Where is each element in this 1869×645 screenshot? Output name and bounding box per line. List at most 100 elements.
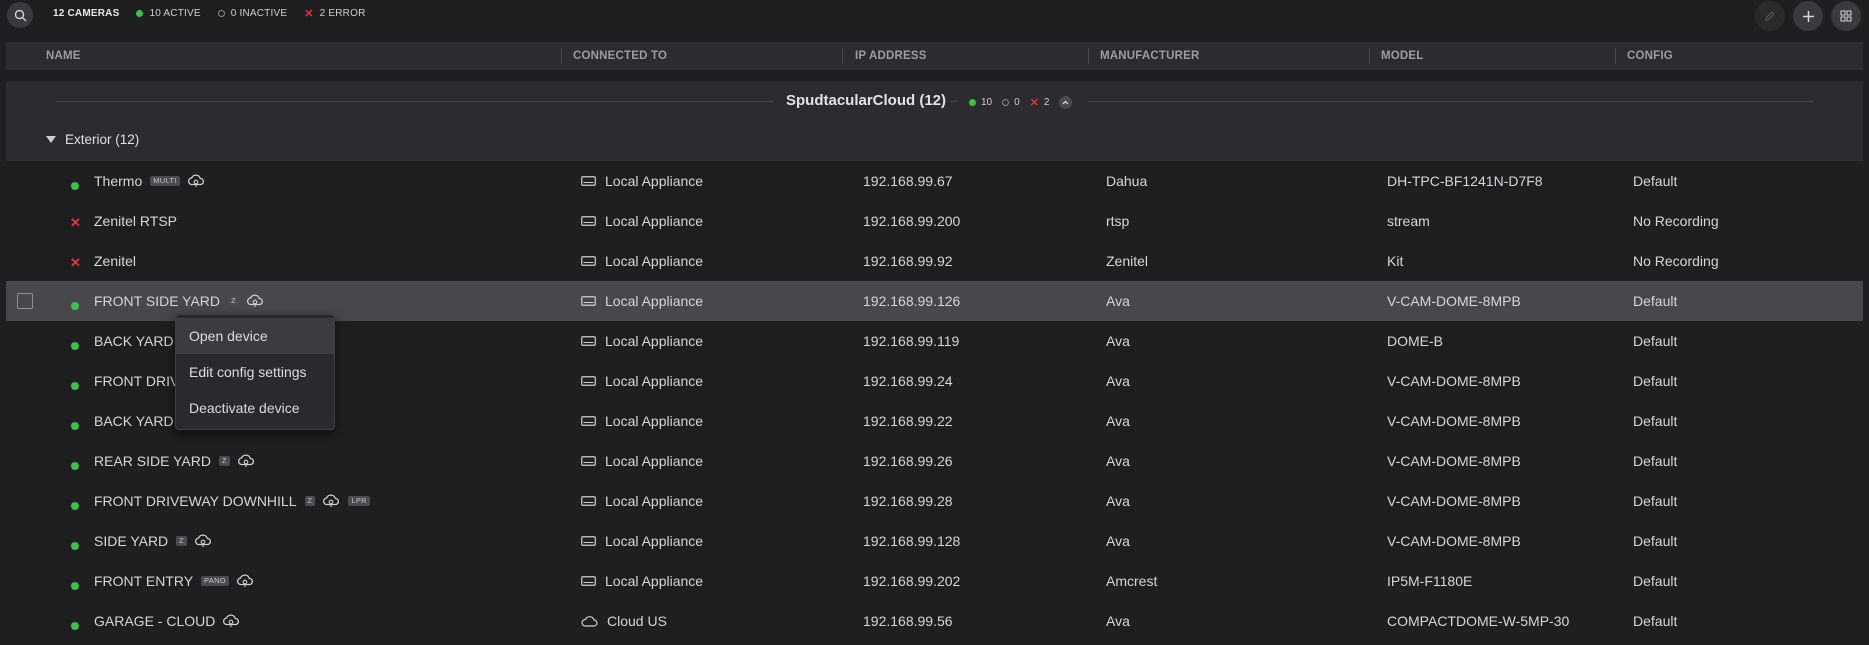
group-divider-right (1088, 101, 1813, 102)
ip-address-cell: 192.168.99.202 (863, 573, 961, 589)
column-header-config[interactable]: CONFIG (1627, 42, 1673, 70)
camera-name-cell: Zenitel (94, 241, 136, 281)
column-divider[interactable] (1088, 48, 1089, 64)
connected-to-cell: Local Appliance (581, 201, 703, 241)
cloud-sync-icon (322, 494, 340, 508)
column-header-name[interactable]: NAME (46, 42, 81, 70)
error-filter[interactable]: ✕ 2 ERROR (304, 8, 365, 19)
column-header-connected-to[interactable]: CONNECTED TO (573, 42, 667, 70)
feature-badge: MULTI (150, 176, 180, 186)
appliance-icon (581, 576, 596, 586)
camera-name-cell: GARAGE - CLOUD (94, 601, 240, 641)
manufacturer-cell: Ava (1106, 293, 1130, 309)
manufacturer-cell: Ava (1106, 453, 1130, 469)
plus-icon (1802, 10, 1814, 22)
camera-name: REAR SIDE YARD (94, 453, 211, 469)
group-stats: 10 0 ✕ 2 (969, 96, 1073, 109)
inactive-count: 0 INACTIVE (230, 8, 288, 19)
edit-icon (1765, 11, 1775, 21)
camera-name: FRONT DRIV (94, 373, 180, 389)
camera-name: SIDE YARD (94, 533, 169, 549)
appliance-icon (581, 336, 596, 346)
status-dot-icon (71, 417, 79, 433)
inactive-filter[interactable]: 0 INACTIVE (217, 8, 288, 19)
connected-to-label: Local Appliance (605, 493, 704, 509)
camera-name: BACK YARD I (94, 413, 182, 429)
config-cell: Default (1633, 613, 1678, 629)
subgroup-toggle[interactable]: Exterior (12) (46, 132, 139, 147)
search-button[interactable] (7, 2, 33, 28)
status-dot-icon (71, 497, 79, 513)
column-header-ip-address[interactable]: IP ADDRESS (855, 42, 927, 70)
column-header-manufacturer[interactable]: MANUFACTURER (1100, 42, 1200, 70)
table-header: NAME CONNECTED TO IP ADDRESS MANUFACTURE… (6, 42, 1863, 70)
connected-to-label: Local Appliance (605, 573, 704, 589)
column-divider[interactable] (1369, 48, 1370, 64)
connected-to-cell: Local Appliance (581, 441, 703, 481)
grid-icon (1840, 10, 1852, 22)
cloud-sync-icon (194, 534, 212, 548)
appliance-icon (581, 456, 596, 466)
model-cell: IP5M-F1180E (1387, 573, 1473, 589)
connected-to-label: Local Appliance (605, 533, 704, 549)
table-row[interactable]: ✕ Zenitel RTSP Local Appliance 192.168.99.2… (6, 201, 1863, 241)
cloud-sync-icon (236, 574, 254, 588)
table-row[interactable]: REAR SIDE YARD Z Local Appliance 192.168.99… (6, 441, 1863, 481)
connected-to-cell: Local Appliance (581, 401, 703, 441)
connected-to-label: Local Appliance (605, 413, 704, 429)
group-title: SpudtacularCloud (12) (786, 92, 947, 109)
ip-address-cell: 192.168.99.126 (863, 293, 961, 309)
status-dot-icon (71, 537, 79, 553)
menu-item-open-device[interactable]: Open device (176, 318, 334, 354)
camera-name-cell: BACK YARD I (94, 401, 181, 441)
active-count: 10 ACTIVE (149, 8, 201, 19)
collapse-group-button[interactable] (1059, 96, 1073, 109)
connected-to-label: Local Appliance (605, 373, 704, 389)
model-cell: V-CAM-DOME-8MPB (1387, 533, 1521, 549)
manufacturer-cell: Ava (1106, 533, 1130, 549)
table-row[interactable]: SIDE YARD Z Local Appliance 192.168.99.128 A… (6, 521, 1863, 561)
config-cell: Default (1633, 533, 1678, 549)
group-inactive-count: 0 (1014, 97, 1020, 108)
column-divider[interactable] (1615, 48, 1616, 64)
connected-to-cell: Local Appliance (581, 241, 703, 281)
config-cell: Default (1633, 413, 1678, 429)
manufacturer-cell: Ava (1106, 413, 1130, 429)
model-cell: V-CAM-DOME-8MPB (1387, 293, 1521, 309)
ip-address-cell: 192.168.99.28 (863, 493, 953, 509)
top-toolbar: 12 CAMERAS 10 ACTIVE 0 INACTIVE ✕ 2 ERRO… (0, 0, 1869, 31)
add-camera-button[interactable] (1793, 1, 1823, 31)
camera-name-cell: SIDE YARD Z (94, 521, 212, 561)
manufacturer-cell: Zenitel (1106, 253, 1149, 269)
column-divider[interactable] (842, 48, 843, 64)
active-filter[interactable]: 10 ACTIVE (136, 8, 201, 19)
manufacturer-cell: Ava (1106, 613, 1130, 629)
appliance-icon (581, 216, 596, 226)
group-divider-left (56, 101, 773, 102)
manufacturer-cell: rtsp (1106, 213, 1130, 229)
feature-badge: LPR (348, 496, 370, 506)
row-checkbox[interactable] (17, 293, 33, 309)
connected-to-label: Local Appliance (605, 453, 704, 469)
column-header-model[interactable]: MODEL (1381, 42, 1424, 70)
camera-name-cell: FRONT DRIVEWAY DOWNHILL Z LPR (94, 481, 370, 521)
table-row[interactable]: ✕ Zenitel Local Appliance 192.168.99.92 Zeni… (6, 241, 1863, 281)
config-cell: No Recording (1633, 213, 1719, 229)
edit-button[interactable] (1755, 1, 1785, 31)
table-row[interactable]: FRONT DRIVEWAY DOWNHILL Z LPR Local Applian… (6, 481, 1863, 521)
column-divider[interactable] (561, 48, 562, 64)
cloud-sync-icon (222, 614, 240, 628)
error-x-icon: ✕ (70, 255, 81, 270)
ip-address-cell: 192.168.99.24 (863, 373, 953, 389)
appliance-icon (581, 536, 596, 546)
table-row[interactable]: FRONT ENTRY PANO Local Appliance 192.168.99… (6, 561, 1863, 601)
table-row[interactable]: Thermo MULTI Local Appliance 192.168.99.67 D… (6, 161, 1863, 201)
table-row[interactable]: GARAGE - CLOUD Cloud US 192.168.99.56 Ava CO… (6, 601, 1863, 641)
grid-view-button[interactable] (1831, 1, 1861, 31)
menu-item-edit-config[interactable]: Edit config settings (176, 354, 334, 390)
status-dot-icon (71, 297, 79, 313)
group-error-count: 2 (1043, 97, 1050, 108)
active-dot-icon (969, 99, 976, 106)
camera-name: BACK YARD (94, 333, 174, 349)
menu-item-deactivate-device[interactable]: Deactivate device (176, 390, 334, 426)
